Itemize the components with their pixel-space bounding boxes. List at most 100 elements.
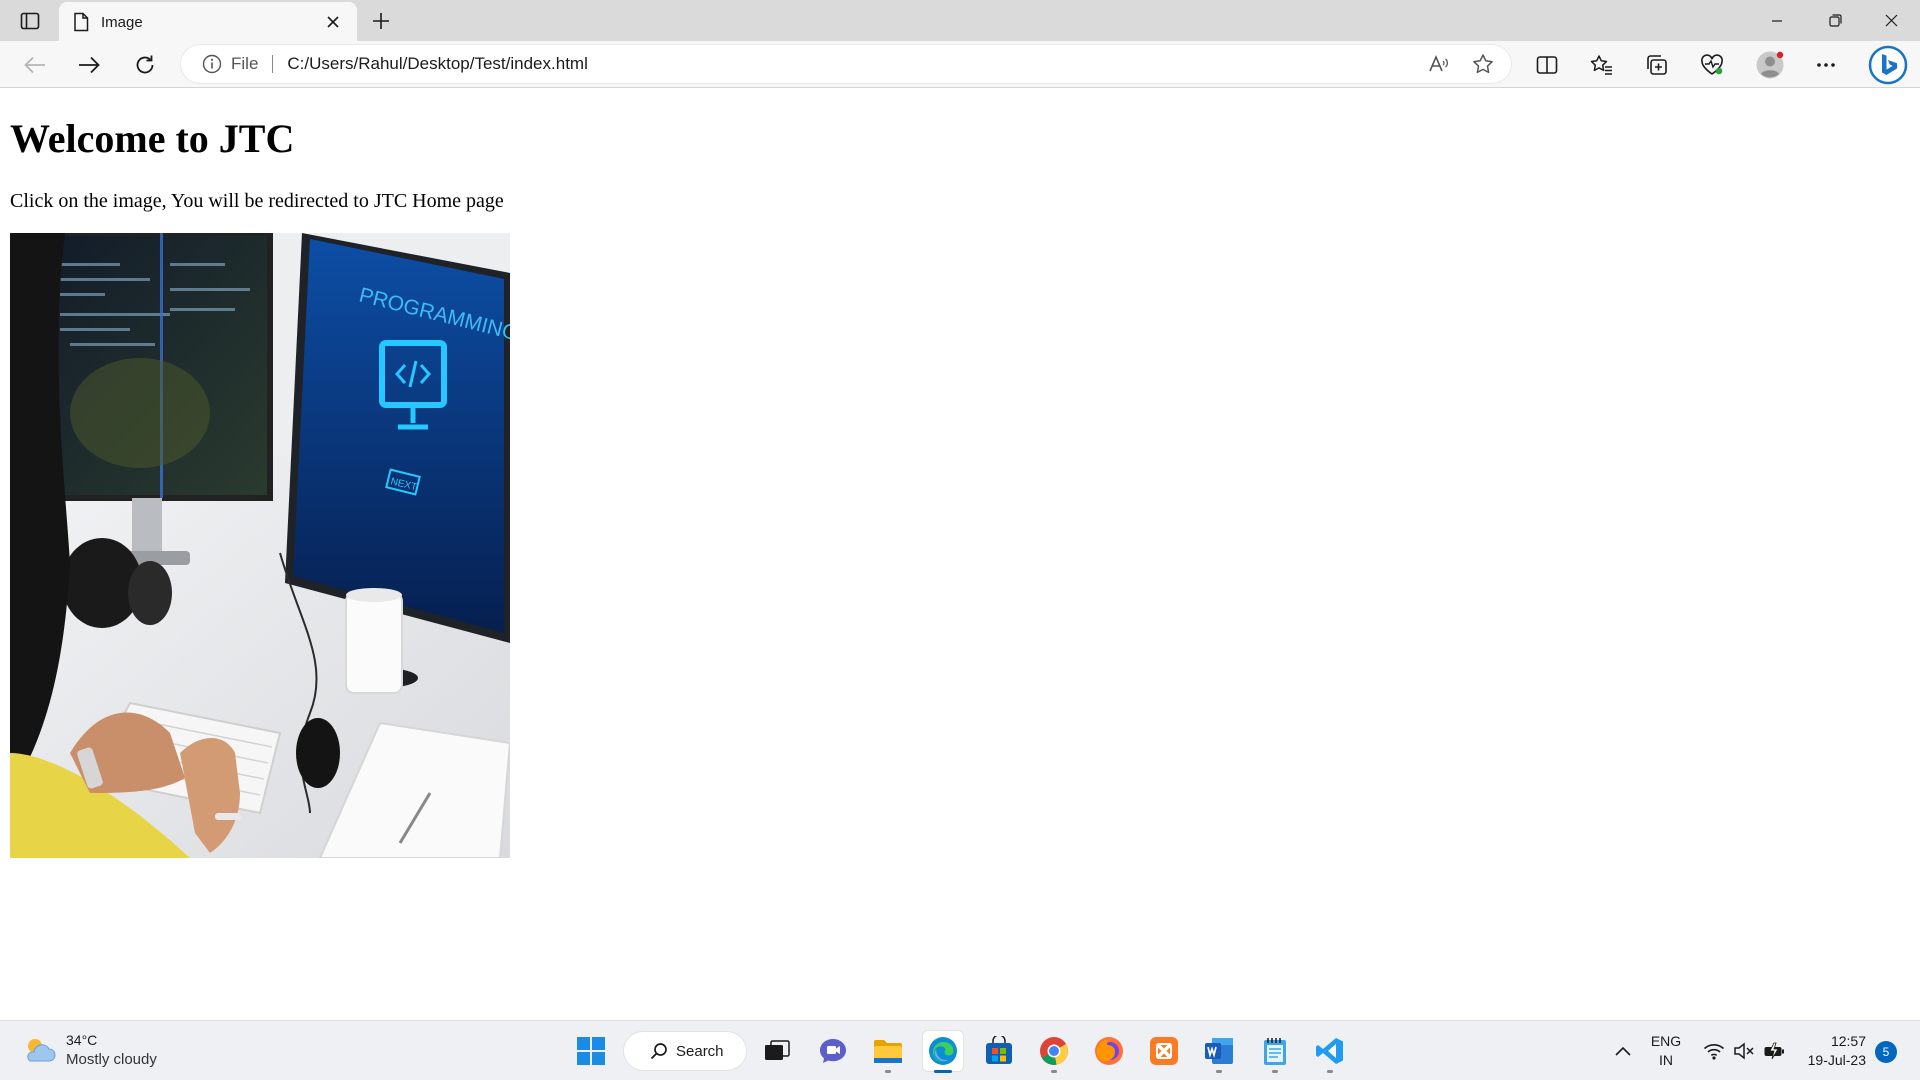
taskbar-search[interactable]: Search [624,1032,746,1070]
heart-pulse-icon [1701,54,1723,75]
address-separator [272,55,274,73]
tab-strip: Image [0,0,1920,42]
tab-close-button[interactable] [321,10,345,34]
running-indicator [1327,1070,1333,1073]
speaker-muted-icon [1734,1042,1754,1060]
quick-settings-button[interactable] [1699,1021,1789,1080]
close-window-button[interactable] [1862,0,1920,41]
refresh-button[interactable] [127,47,163,83]
arrow-left-icon [24,56,45,74]
minimize-button[interactable] [1748,0,1806,41]
restore-button[interactable] [1806,0,1864,41]
close-icon [1885,14,1897,27]
split-screen-icon [1536,56,1558,74]
windows-icon [577,1037,605,1065]
programming-photo: PROGRAMMING NEXT [10,233,510,858]
favorites-button[interactable] [1582,47,1622,83]
notepad-icon [1264,1038,1286,1065]
clock-time: 12:57 [1830,1033,1866,1049]
tab-actions-button[interactable] [12,8,48,34]
bing-copilot-button[interactable] [1866,43,1910,87]
page-instruction: Click on the image, You will be redirect… [10,190,504,212]
bing-icon [1868,45,1908,85]
address-url[interactable]: C:/Users/Rahul/Desktop/Test/index.html [287,54,1417,74]
chat-icon [820,1039,846,1063]
info-icon[interactable] [201,53,223,75]
browser-toolbar: File C:/Users/Rahul/Desktop/Test/index.h… [0,41,1920,88]
running-indicator [1216,1070,1222,1073]
favorite-button[interactable] [1461,46,1505,82]
plus-icon [373,13,389,29]
battery-charging-icon [1764,1042,1784,1060]
minimize-icon [1772,19,1782,22]
running-indicator [1272,1070,1278,1073]
more-menu-button[interactable] [1806,47,1846,83]
running-indicator [934,1070,952,1073]
browser-essentials-button[interactable] [1692,47,1732,83]
page-icon [74,12,89,32]
microsoft-store-app[interactable] [979,1031,1019,1071]
vscode-icon [1316,1038,1343,1064]
weather-widget[interactable]: 34°C Mostly cloudy [22,1031,157,1069]
word-icon [1205,1038,1233,1064]
back-button[interactable] [17,47,53,83]
weather-temperature: 34°C [66,1032,98,1048]
language-region: IN [1659,1052,1673,1068]
word-app[interactable] [1199,1031,1239,1073]
language-code: ENG [1650,1033,1682,1049]
clock-button[interactable]: 12:57 19-Jul-23 [1790,1021,1866,1080]
favorites-icon [1590,55,1612,75]
weather-description: Mostly cloudy [66,1051,157,1068]
restore-icon [1828,14,1842,27]
wifi-icon [1703,1044,1725,1060]
read-aloud-button[interactable] [1417,46,1461,82]
start-button[interactable] [571,1031,611,1071]
search-icon [650,1043,667,1060]
more-icon [1817,63,1835,67]
forward-button[interactable] [71,47,107,83]
search-label: Search [676,1042,724,1060]
partly-cloudy-icon [27,1039,56,1062]
folder-icon [874,1040,902,1063]
vscode-app[interactable] [1310,1031,1350,1073]
avatar [1756,51,1784,79]
firefox-app[interactable] [1089,1031,1129,1071]
clock-date: 19-Jul-23 [1807,1052,1866,1068]
tab-title: Image [101,13,143,31]
task-view-icon [765,1040,790,1060]
chrome-icon [1040,1037,1068,1066]
split-screen-button[interactable] [1527,47,1567,83]
task-view-button[interactable] [757,1031,797,1071]
notepad-app[interactable] [1255,1031,1295,1073]
profile-button[interactable] [1750,47,1790,83]
store-icon [986,1036,1012,1064]
jtc-home-image-link[interactable]: PROGRAMMING NEXT [10,233,510,858]
collections-icon [1647,55,1667,75]
notification-badge[interactable]: 5 [1875,1041,1897,1063]
page-content: Welcome to JTC Click on the image, You w… [0,89,1920,1020]
running-indicator [1051,1070,1057,1073]
edge-app[interactable] [923,1031,963,1073]
tab-image[interactable]: Image [59,2,357,42]
refresh-icon [136,55,154,74]
new-tab-button[interactable] [366,6,396,36]
address-scheme-label: File [231,54,259,73]
input-language-button[interactable]: ENG IN [1645,1021,1687,1080]
star-icon [1473,54,1493,74]
close-icon [327,16,339,28]
xampp-icon [1150,1037,1178,1065]
read-aloud-icon [1429,54,1449,72]
collections-button[interactable] [1637,47,1677,83]
arrow-right-icon [79,56,100,74]
chrome-app[interactable] [1034,1031,1074,1073]
xampp-app[interactable] [1144,1031,1184,1071]
show-hidden-icons-button[interactable] [1608,1021,1638,1080]
taskbar: 34°C Mostly cloudy Search ENG IN 12:57 1… [0,1020,1920,1080]
chevron-up-icon [1615,1046,1631,1056]
teams-chat-app[interactable] [813,1031,853,1071]
file-explorer-app[interactable] [868,1031,908,1073]
edge-icon [929,1037,957,1065]
page-heading: Welcome to JTC [10,116,295,161]
tab-actions-icon [20,12,40,30]
address-bar[interactable]: File C:/Users/Rahul/Desktop/Test/index.h… [181,45,1511,83]
